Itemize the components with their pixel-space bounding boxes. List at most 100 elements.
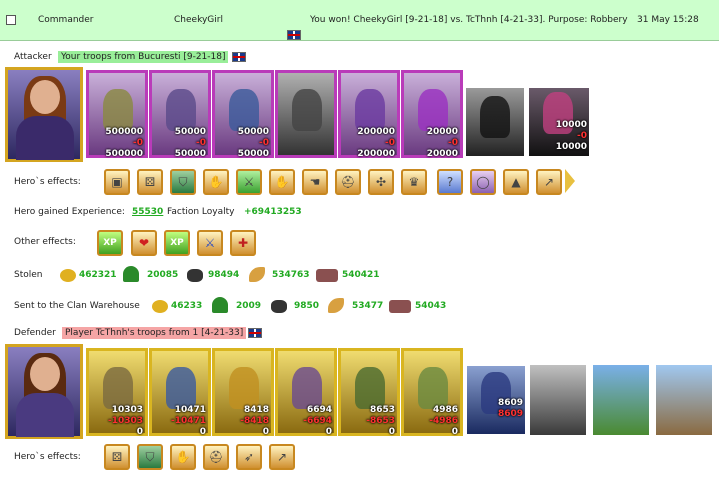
attacker-troops-tag: Your troops from Bucuresti [9-21-18] [58,51,229,63]
unit-figure [166,367,196,409]
sword-icon[interactable]: ⚔ [236,169,262,195]
unit-remaining: 50000 [174,149,206,159]
attacker-unit-1[interactable]: 500000 -0 500000 [86,70,148,159]
unit-figure [480,96,510,138]
clan-stone: 54043 [415,301,447,311]
unit-figure [355,89,385,131]
glove-icon[interactable]: ☚ [302,169,328,195]
attacker-effects-label: Hero`s effects: [14,177,81,187]
unit-figure [355,367,385,409]
stone-icon [389,300,411,313]
crosshair-icon[interactable]: ✣ [368,169,394,195]
defender-unit-2[interactable]: 10471 -10471 0 [149,348,211,437]
unit-loss: 8609 [497,409,523,419]
defender-hero-portrait[interactable] [5,344,83,439]
question-icon[interactable]: ? [437,169,463,195]
player-name[interactable]: CheekyGirl [174,15,223,25]
defender-effects-label: Hero`s effects: [14,452,81,462]
unit-figure [229,367,259,409]
defender-troops-tag: Player TcThnh's troops from 1 [4-21-33] [62,327,247,339]
handshake-icon[interactable]: ✋ [203,169,229,195]
report-message[interactable]: You won! CheekyGirl [9-21-18] vs. TcThnh… [310,15,628,25]
wood-icon [212,297,228,313]
shield-icon[interactable]: ⛉ [137,444,163,470]
defender-unit-5[interactable]: 8653 -8653 0 [338,348,400,437]
loyalty-value: +69413253 [244,207,302,217]
grain-icon [249,267,265,282]
stolen-gold: 462321 [79,270,117,280]
unit-count: 8418 [243,405,269,415]
dice-icon[interactable]: ⚄ [137,169,163,195]
unit-figure [103,367,133,409]
unit-loss: -8418 [240,416,269,426]
attacker-unit-6[interactable]: 20000 -0 20000 [401,70,463,159]
xp-icon[interactable]: XP [97,230,123,256]
select-checkbox[interactable] [6,15,16,25]
grain-icon [328,298,344,313]
attacker-label: Attacker [14,52,52,62]
gold-icon [152,300,168,313]
experience-value[interactable]: 55530 [132,207,163,217]
unit-figure [166,89,196,131]
tent-icon[interactable]: ▲ [503,169,529,195]
defender-unit-3[interactable]: 8418 -8418 0 [212,348,274,437]
gold-icon [60,269,76,282]
handshake-icon[interactable]: ✋ [269,169,295,195]
attacker-hero-portrait[interactable] [5,67,83,162]
unit-remaining: 0 [199,427,206,437]
attacker-unit-7[interactable] [466,88,524,156]
unit-loss: -0 [577,131,587,141]
unit-remaining: 500000 [105,149,143,159]
helmet-icon[interactable]: ⛑ [335,169,361,195]
unit-loss: -0 [133,138,143,148]
unit-figure [418,367,448,409]
loyalty-label: Faction Loyalty [167,207,235,217]
unit-count: 4986 [432,405,458,415]
scroll-right-icon[interactable] [565,169,575,193]
ring-icon[interactable]: ◯ [470,169,496,195]
unit-count: 500000 [105,127,143,137]
unit-remaining: 200000 [357,149,395,159]
clan-grain: 53477 [352,301,384,311]
defender-building-1[interactable] [530,365,586,435]
defender-building-3[interactable] [656,365,712,435]
unit-remaining: 0 [451,427,458,437]
chest-icon[interactable]: ▣ [104,169,130,195]
unit-loss: -0 [196,138,206,148]
unit-count: 20000 [426,127,458,137]
defender-unit-7[interactable]: 8609 8609 [467,366,525,434]
spear-icon[interactable]: ↗ [269,444,295,470]
attacker-unit-5[interactable]: 200000 -0 200000 [338,70,400,159]
shield-icon[interactable]: ⛉ [170,169,196,195]
dice-icon[interactable]: ⚄ [104,444,130,470]
bow-icon[interactable]: ➶ [236,444,262,470]
hero-robe [16,393,74,437]
defender-unit-4[interactable]: 6694 -6694 0 [275,348,337,437]
heart-icon[interactable]: ❤ [131,230,157,256]
unit-count: 10000 [555,120,587,130]
defender-building-2[interactable] [593,365,649,435]
xp-icon[interactable]: XP [164,230,190,256]
unit-count: 8609 [497,398,523,408]
unit-figure [418,89,448,131]
handshake-icon[interactable]: ✋ [170,444,196,470]
ore-icon [271,300,287,313]
defender-unit-1[interactable]: 10303 -10303 0 [86,348,148,437]
unit-count: 50000 [237,127,269,137]
attacker-unit-8[interactable]: 10000 -0 10000 [529,88,589,156]
defender-unit-6[interactable]: 4986 -4986 0 [401,348,463,437]
unit-figure [292,367,322,409]
unit-loss: -6694 [303,416,332,426]
stolen-label: Stolen [14,270,43,280]
unit-loss: -0 [259,138,269,148]
attacker-unit-3[interactable]: 50000 -0 50000 [212,70,274,159]
axe-icon[interactable]: ✚ [230,230,256,256]
helmet-icon[interactable]: ⛑ [203,444,229,470]
unit-remaining: 20000 [426,149,458,159]
crown-icon[interactable]: ♛ [401,169,427,195]
attacker-unit-2[interactable]: 50000 -0 50000 [149,70,211,159]
attacker-unit-4[interactable] [275,70,337,158]
sword-icon[interactable]: ⚔ [197,230,223,256]
stolen-stone: 540421 [342,270,380,280]
spear-icon[interactable]: ↗ [536,169,562,195]
